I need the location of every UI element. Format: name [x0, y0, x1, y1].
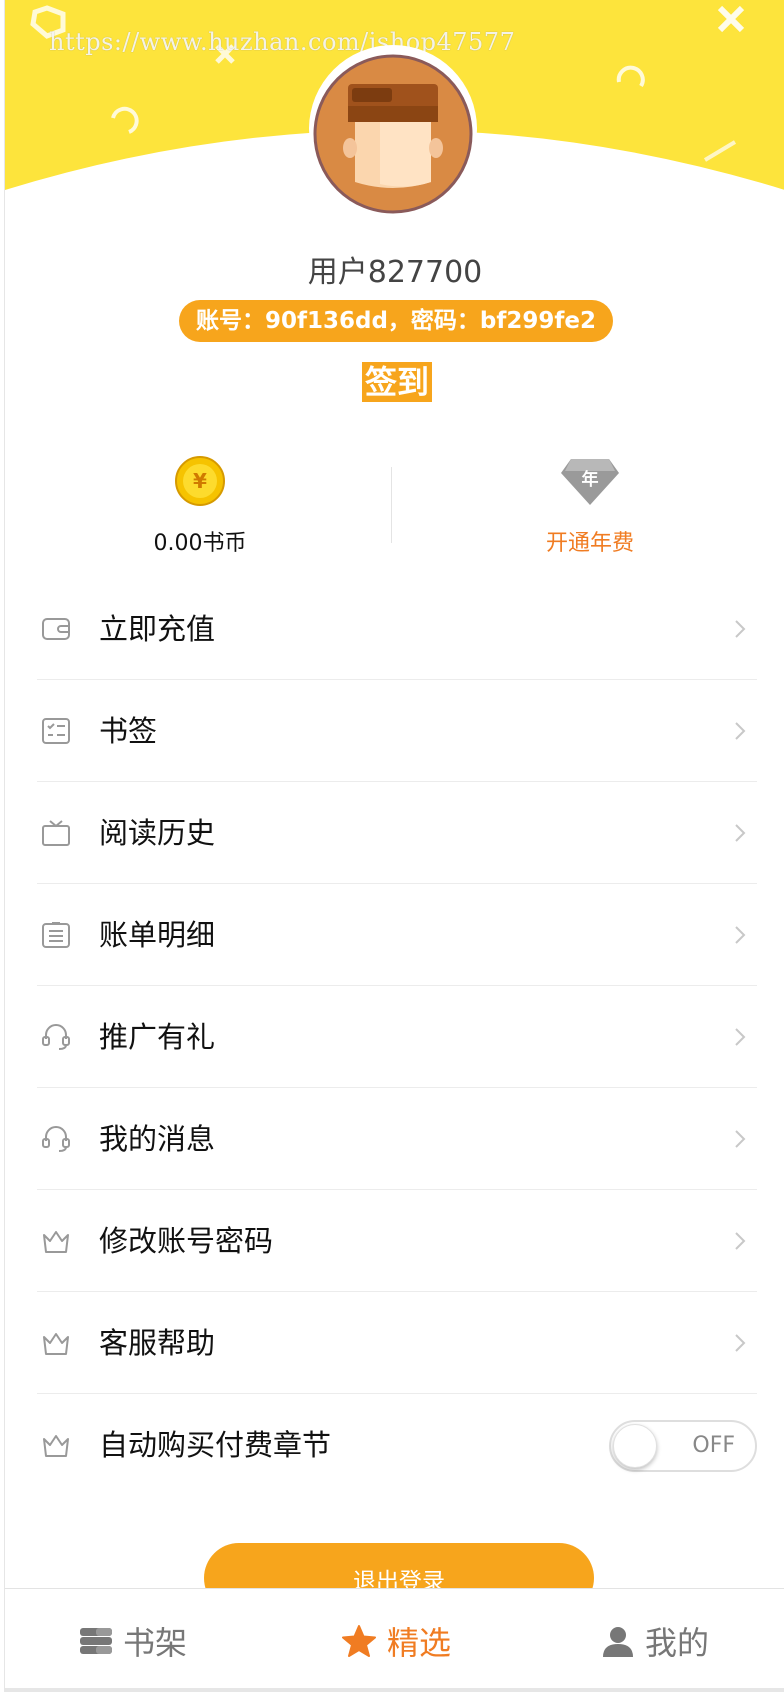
chevron-right-icon — [735, 722, 746, 740]
tab-label: 我的 — [645, 1624, 710, 1662]
chevron-right-icon — [735, 1334, 746, 1352]
avatar-image — [309, 45, 477, 214]
tv-history-icon — [42, 820, 70, 846]
coins-balance: 0.00书币 — [153, 531, 247, 556]
menu-item-reading-history[interactable]: 阅读历史 — [37, 782, 757, 884]
menu-item-label: 阅读历史 — [99, 816, 216, 850]
toggle-knob — [613, 1424, 657, 1468]
auto-buy-toggle[interactable]: OFF — [609, 1420, 757, 1472]
menu-item-label: 账单明细 — [99, 918, 216, 952]
bill-list-icon — [42, 922, 70, 948]
diamond-icon: 年 — [559, 455, 621, 511]
tab-label: 书架 — [123, 1624, 188, 1662]
tab-bookshelf[interactable]: 书架 — [79, 1589, 187, 1692]
chevron-right-icon — [735, 1028, 746, 1046]
toggle-state-label: OFF — [692, 1433, 735, 1458]
coin-icon-text: ¥ — [193, 469, 207, 493]
crown-icon — [43, 1435, 69, 1457]
menu-item-label: 修改账号密码 — [99, 1224, 274, 1258]
menu-list: 立即充值 书签 阅读历史 账单明细 推广有礼 我的消息 修改账号密码 客服帮助 … — [37, 578, 757, 1496]
bookshelf-icon — [80, 1628, 112, 1654]
menu-item-label: 我的消息 — [99, 1122, 216, 1156]
headset-icon — [42, 1126, 70, 1152]
tab-mine[interactable]: 我的 — [601, 1589, 709, 1692]
menu-item-label: 自动购买付费章节 — [99, 1428, 332, 1462]
menu-item-label: 客服帮助 — [99, 1326, 216, 1360]
crown-icon — [43, 1231, 69, 1253]
tab-featured[interactable]: 精选 — [341, 1589, 451, 1692]
chevron-right-icon — [735, 824, 746, 842]
checklist-icon — [42, 718, 70, 744]
diamond-icon-text: 年 — [582, 469, 599, 490]
annual-fee-stat[interactable]: 年 开通年费 — [395, 445, 784, 565]
star-icon — [342, 1625, 376, 1657]
coin-icon: ¥ — [174, 455, 226, 511]
menu-item-recharge[interactable]: 立即充值 — [37, 578, 757, 680]
chevron-right-icon — [735, 1130, 746, 1148]
annual-fee-label: 开通年费 — [545, 531, 634, 556]
chevron-right-icon — [735, 620, 746, 638]
menu-item-change-password[interactable]: 修改账号密码 — [37, 1190, 757, 1292]
menu-item-auto-buy: 自动购买付费章节 OFF — [37, 1394, 757, 1496]
menu-item-bill-details[interactable]: 账单明细 — [37, 884, 757, 986]
crown-icon — [43, 1333, 69, 1355]
username: 用户827700 — [307, 255, 483, 290]
checkin-button[interactable]: 签到 — [362, 362, 433, 402]
chevron-right-icon — [735, 926, 746, 944]
menu-item-label: 推广有礼 — [99, 1020, 216, 1054]
bottom-tab-bar: 书架 精选 我的 — [5, 1588, 784, 1692]
account-info-badge: 账号：90f136dd，密码：bf299fe2 — [179, 300, 613, 342]
menu-item-referral-rewards[interactable]: 推广有礼 — [37, 986, 757, 1088]
menu-item-customer-help[interactable]: 客服帮助 — [37, 1292, 757, 1394]
menu-item-my-messages[interactable]: 我的消息 — [37, 1088, 757, 1190]
tab-label: 精选 — [387, 1624, 452, 1662]
stats-row: ¥ 0.00书币 年 开通年费 — [5, 445, 784, 565]
coins-stat[interactable]: ¥ 0.00书币 — [5, 445, 395, 565]
stats-divider — [391, 467, 392, 543]
profile-page: https://www.huzhan.com/ishop47577 用户8277… — [4, 0, 784, 1692]
bottom-edge — [5, 1688, 784, 1692]
menu-item-label: 立即充值 — [99, 612, 216, 646]
menu-item-bookmarks[interactable]: 书签 — [37, 680, 757, 782]
headset-icon — [42, 1024, 70, 1050]
profile-header: https://www.huzhan.com/ishop47577 — [5, 0, 784, 230]
menu-item-label: 书签 — [99, 714, 158, 748]
avatar[interactable] — [308, 44, 478, 214]
wallet-icon — [42, 618, 70, 640]
chevron-right-icon — [735, 1232, 746, 1250]
user-icon — [603, 1627, 633, 1657]
